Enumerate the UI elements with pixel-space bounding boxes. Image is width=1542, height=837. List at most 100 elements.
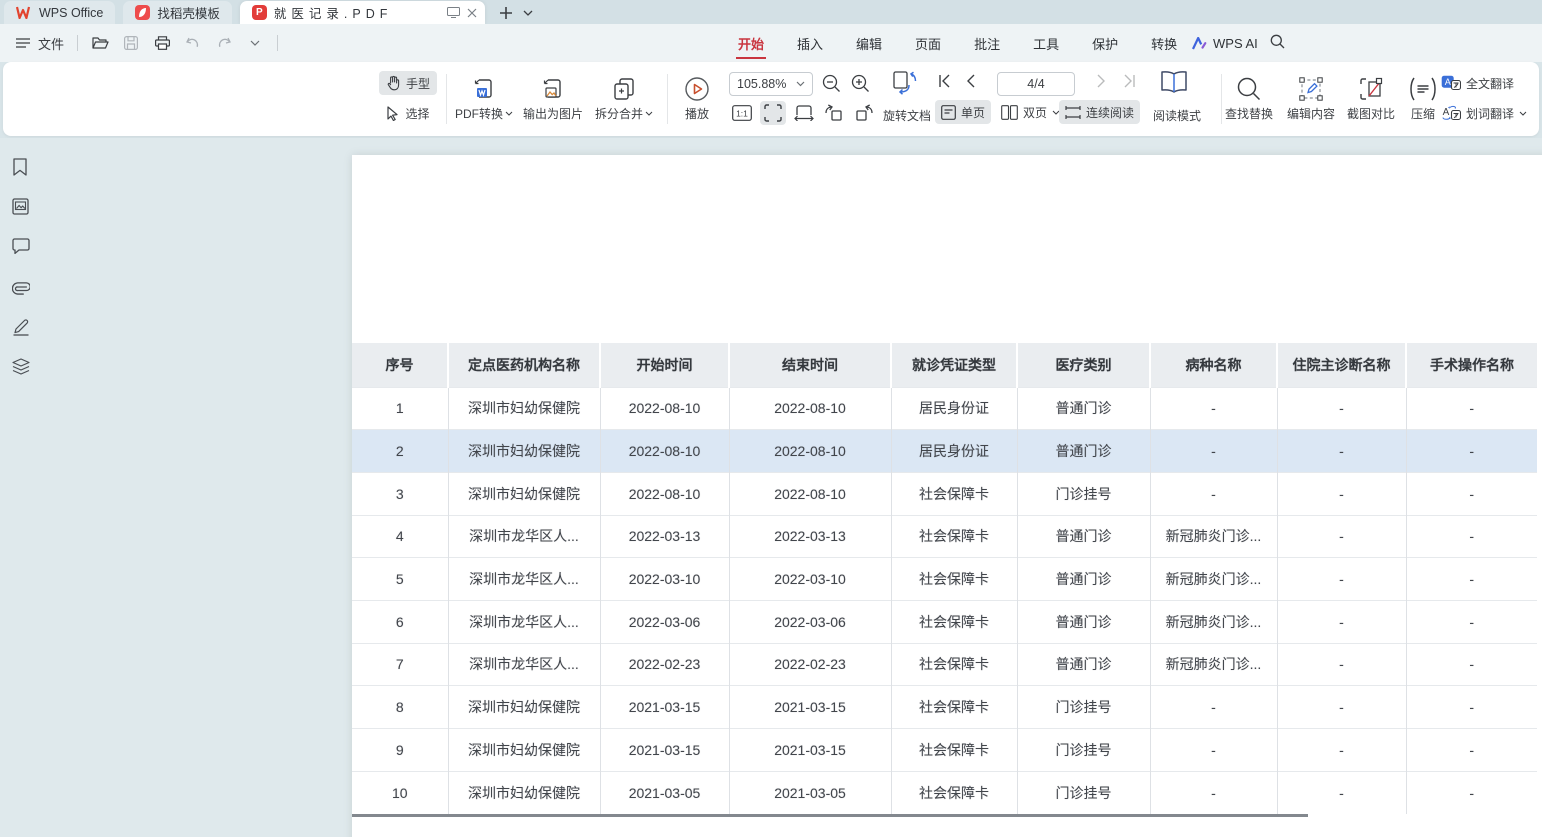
menu-insert[interactable]: 插入 (795, 24, 825, 62)
hand-tool-button[interactable]: 手型 (379, 71, 437, 95)
table-cell: 2022-02-23 (600, 643, 729, 686)
comment-icon[interactable] (12, 238, 32, 258)
hamburger-icon[interactable] (14, 34, 32, 52)
signature-pen-icon[interactable] (12, 318, 32, 338)
table-cell: - (1406, 558, 1537, 601)
bookmark-icon[interactable] (12, 158, 32, 178)
menu-page[interactable]: 页面 (913, 24, 943, 62)
rotate-right-icon[interactable] (851, 101, 877, 125)
docer-logo-icon (135, 5, 150, 20)
table-cell: 居民身份证 (891, 387, 1017, 430)
tab-wps-home[interactable]: WPS Office (4, 1, 115, 24)
table-cell: 4 (352, 515, 448, 558)
last-page-icon[interactable] (1122, 74, 1136, 88)
fit-page-button[interactable] (791, 101, 817, 125)
table-cell: 社会保障卡 (891, 472, 1017, 515)
menu-home[interactable]: 开始 (736, 24, 766, 62)
continuous-read-button[interactable]: 连续阅读 (1059, 100, 1140, 124)
attachment-icon[interactable] (12, 278, 32, 298)
zoom-out-icon[interactable] (822, 74, 841, 93)
new-tab-icon[interactable] (499, 6, 513, 20)
tab-list-chevron-icon[interactable] (523, 10, 533, 16)
table-cell: 2022-08-10 (729, 472, 891, 515)
table-cell: 7 (352, 643, 448, 686)
actual-size-button[interactable]: 1:1 (729, 101, 755, 125)
table-cell: 新冠肺炎门诊... (1150, 643, 1277, 686)
menu-edit[interactable]: 编辑 (854, 24, 884, 62)
device-sync-icon[interactable] (447, 7, 460, 18)
chevron-down-icon (1519, 111, 1527, 116)
table-cell: - (1277, 729, 1406, 772)
fit-width-button[interactable] (760, 101, 786, 125)
read-mode-book-icon[interactable] (1159, 70, 1189, 96)
table-cell: 深圳市龙华区人... (448, 515, 600, 558)
table-cell: 门诊挂号 (1017, 729, 1150, 772)
rotate-document-label[interactable]: 旋转文档 (883, 107, 931, 124)
screenshot-compare-label: 截图对比 (1347, 105, 1395, 122)
tab-bar: WPS Office 找稻壳模板 P 就医记录.PDF (0, 0, 1542, 24)
open-folder-icon[interactable] (91, 34, 109, 52)
single-page-button[interactable]: 单页 (935, 100, 991, 124)
col-header: 医疗类别 (1017, 343, 1150, 387)
menu-convert[interactable]: 转换 (1149, 24, 1179, 62)
table-cell: - (1277, 686, 1406, 729)
table-cell: 2021-03-15 (600, 686, 729, 729)
select-tool-button[interactable]: 选择 (379, 101, 437, 125)
redo-icon[interactable] (215, 34, 233, 52)
print-icon[interactable] (153, 34, 171, 52)
pdf-convert-button[interactable]: PDF转换 (453, 70, 515, 128)
table-cell: 普通门诊 (1017, 387, 1150, 430)
full-text-translate-button[interactable]: A 全文翻译 (1435, 71, 1520, 95)
tab-document-pdf[interactable]: P 就医记录.PDF (240, 1, 485, 24)
word-translate-button[interactable]: A 划词翻译 (1435, 101, 1533, 125)
prev-page-icon[interactable] (966, 74, 976, 88)
undo-redo-chevron-icon[interactable] (246, 34, 264, 52)
table-cell: 9 (352, 729, 448, 772)
first-page-icon[interactable] (938, 74, 952, 88)
menu-tools[interactable]: 工具 (1031, 24, 1061, 62)
table-row: 9深圳市妇幼保健院2021-03-152021-03-15社会保障卡门诊挂号--… (352, 729, 1537, 772)
tab-docer-templates[interactable]: 找稻壳模板 (123, 1, 232, 24)
col-header: 定点医药机构名称 (448, 343, 600, 387)
menu-protect[interactable]: 保护 (1090, 24, 1120, 62)
thumbnail-icon[interactable] (12, 198, 32, 218)
table-cell: 门诊挂号 (1017, 771, 1150, 814)
read-mode-label[interactable]: 阅读模式 (1153, 107, 1201, 124)
find-replace-button[interactable]: 查找替换 (1219, 70, 1279, 128)
save-icon[interactable] (122, 34, 140, 52)
next-page-icon[interactable] (1096, 74, 1106, 88)
table-cell: - (1406, 430, 1537, 473)
divider (277, 35, 278, 51)
pdf-page[interactable]: 序号 定点医药机构名称 开始时间 结束时间 就诊凭证类型 医疗类别 病种名称 住… (352, 155, 1542, 837)
zoom-level-value: 105.88% (737, 77, 786, 91)
table-cell: 深圳市妇幼保健院 (448, 430, 600, 473)
table-cell: - (1406, 771, 1537, 814)
table-cell: - (1277, 558, 1406, 601)
table-cell: 社会保障卡 (891, 600, 1017, 643)
split-merge-button[interactable]: 拆分合并 (591, 70, 657, 128)
rotate-left-icon[interactable] (821, 101, 847, 125)
export-image-button[interactable]: 输出为图片 (519, 70, 587, 128)
wps-ai-button[interactable]: WPS AI (1192, 24, 1258, 62)
play-button[interactable]: 播放 (677, 70, 717, 128)
table-cell: - (1406, 472, 1537, 515)
screenshot-compare-button[interactable]: 截图对比 (1341, 70, 1401, 128)
full-text-translate-label: 全文翻译 (1466, 75, 1514, 92)
svg-text:A: A (1445, 77, 1451, 87)
undo-icon[interactable] (184, 34, 202, 52)
col-header: 序号 (352, 343, 448, 387)
double-page-button[interactable]: 双页 (995, 100, 1066, 124)
edit-content-button[interactable]: 编辑内容 (1281, 70, 1341, 128)
close-tab-icon[interactable] (467, 8, 477, 18)
zoom-level-select[interactable]: 105.88% (729, 72, 813, 96)
rotate-document-icon[interactable] (891, 70, 919, 96)
table-cell: 2022-03-13 (600, 515, 729, 558)
layers-icon[interactable] (12, 358, 32, 378)
file-menu[interactable]: 文件 (38, 34, 64, 53)
continuous-read-label: 连续阅读 (1086, 104, 1134, 121)
page-number-input[interactable]: 4/4 (997, 72, 1075, 96)
menu-comment[interactable]: 批注 (972, 24, 1002, 62)
search-icon[interactable] (1270, 34, 1285, 49)
table-cell: 2022-08-10 (600, 472, 729, 515)
zoom-in-icon[interactable] (851, 74, 870, 93)
